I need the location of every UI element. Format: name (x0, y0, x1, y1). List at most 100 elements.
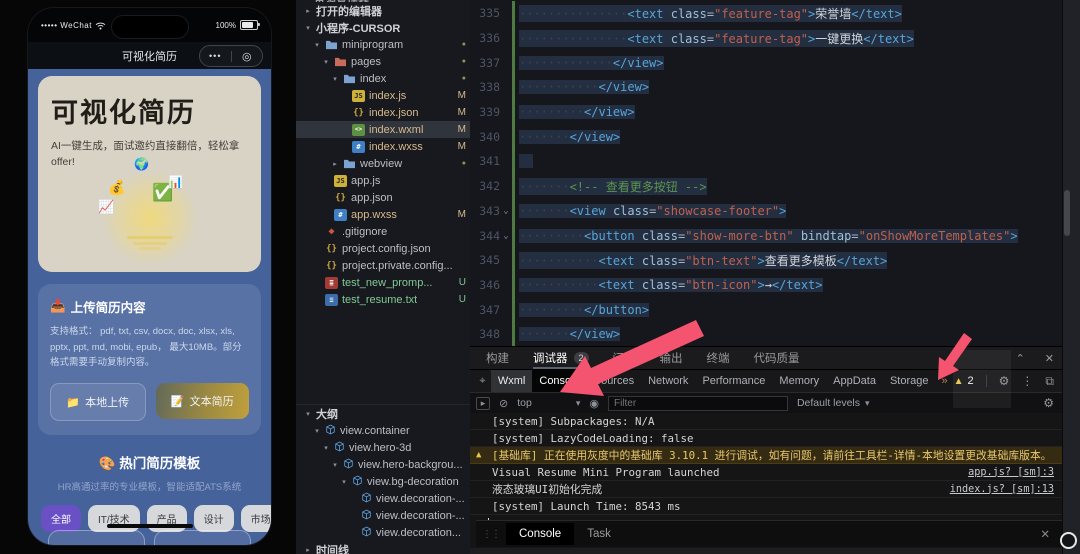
code-editor[interactable]: 335···············<text class="feature-t… (470, 0, 1080, 346)
clear-console-icon[interactable]: ⊘ (499, 397, 508, 410)
upload-title: 上传简历内容 (71, 297, 146, 316)
inspect-element-icon[interactable]: ⌖ (474, 375, 491, 388)
editor-scrollbar[interactable] (1064, 190, 1070, 236)
tree-file-test-resume-txt[interactable]: ≡test_resume.txtU (296, 291, 470, 308)
outline-item-label: view.decoration... (376, 527, 461, 539)
phone-notch (111, 15, 189, 39)
floating-assistant-button[interactable] (1060, 532, 1077, 549)
tree-folder-打开的编辑器[interactable]: ▸打开的编辑器 (296, 2, 470, 19)
code-line-340[interactable]: 340·······</view> (470, 124, 1080, 149)
panel-tab-代码质量[interactable]: 代码质量 (754, 347, 800, 369)
bottom-tab-task[interactable]: Task (574, 523, 624, 545)
panel-tab-问题[interactable]: 问题 (613, 347, 636, 369)
outline-item-view-hero-3d[interactable]: ▾view.hero-3d (296, 439, 470, 456)
log-source-link[interactable]: index.js? [sm]:13 (930, 484, 1054, 495)
code-line-335[interactable]: 335···············<text class="feature-t… (470, 1, 1080, 26)
capsule-menu[interactable]: ••• ◎ (199, 45, 263, 67)
panel-tab-终端[interactable]: 终端 (707, 347, 730, 369)
timeline-header[interactable]: ▸时间线 (296, 541, 470, 554)
tree-file-test-new-promp[interactable]: ≣test_new_promp...U (296, 274, 470, 291)
tree-file-project-config-json[interactable]: {}project.config.json (296, 240, 470, 257)
collapse-panel-icon[interactable]: ⌃ (1016, 352, 1025, 365)
outline-item-view-decoration[interactable]: view.decoration-... (296, 490, 470, 507)
code-line-338[interactable]: 338···········</view> (470, 75, 1080, 100)
template-tag-市场-营销[interactable]: 市场/营销 (241, 505, 271, 532)
eye-icon[interactable]: ◉ (589, 397, 599, 410)
upload-card: 📥 上传简历内容 支持格式： pdf, txt, csv, docx, doc,… (38, 284, 261, 435)
tree-file-index-json[interactable]: {}index.jsonM (296, 104, 470, 121)
code-token: > (1010, 229, 1017, 243)
devtools-tab-wxml[interactable]: Wxml (491, 370, 533, 392)
close-target-icon[interactable]: ◎ (232, 50, 263, 63)
devtools-tab-storage[interactable]: Storage (883, 370, 936, 392)
log-levels-selector[interactable]: Default levels▾ (797, 397, 870, 409)
glow-line (133, 242, 167, 245)
text-resume-button[interactable]: 📝文本简历 (156, 383, 250, 419)
code-line-345[interactable]: 345···········<text class="btn-text">查看更… (470, 248, 1080, 273)
more-tabs-chevron[interactable]: » (936, 375, 954, 387)
code-line-343[interactable]: 343⌄·······<view class="showcase-footer"… (470, 199, 1080, 224)
close-panel-icon[interactable]: ✕ (1045, 352, 1054, 365)
symbol-cube-icon (352, 475, 363, 489)
tree-folder-webview[interactable]: ▸webview● (296, 155, 470, 172)
tree-folder-index[interactable]: ▾index● (296, 70, 470, 87)
outline-item-view-hero-backgrou[interactable]: ▾ view.hero-backgrou... (296, 456, 470, 473)
tree-file-app-js[interactable]: JSapp.js (296, 172, 470, 189)
tree-folder-小程序-cursor[interactable]: ▾小程序-CURSOR (296, 19, 470, 36)
devtools-tab-network[interactable]: Network (641, 370, 695, 392)
log-source-link[interactable]: app.js? [sm]:3 (948, 467, 1054, 478)
tree-folder-pages[interactable]: ▾pages● (296, 53, 470, 70)
symbol-cube-icon (361, 492, 372, 506)
devtools-tab-performance[interactable]: Performance (695, 370, 772, 392)
more-dots-icon[interactable]: ••• (200, 51, 231, 61)
close-console-icon[interactable]: ✕ (1040, 527, 1062, 541)
devtools-tab-sources[interactable]: Sources (587, 370, 641, 392)
panel-tab-输出[interactable]: 输出 (660, 347, 683, 369)
devtools-tab-memory[interactable]: Memory (772, 370, 826, 392)
tree-file-app-wxss[interactable]: #app.wxssM (296, 206, 470, 223)
template-tag-全部[interactable]: 全部 (41, 505, 81, 532)
local-upload-button[interactable]: 📁本地上传 (50, 383, 146, 421)
code-token: = (851, 229, 858, 243)
more-options-icon[interactable]: ⋮ (1021, 374, 1033, 388)
tree-folder-miniprogram[interactable]: ▾miniprogram● (296, 36, 470, 53)
fold-chevron-icon[interactable]: ⌄ (500, 231, 512, 241)
filter-input[interactable] (608, 396, 788, 411)
drag-handle-icon[interactable]: ⋮⋮ (476, 529, 506, 540)
fold-chevron-icon[interactable]: ⌄ (500, 206, 512, 216)
code-line-336[interactable]: 336···············<text class="feature-t… (470, 26, 1080, 51)
tree-file-app-json[interactable]: {}app.json (296, 189, 470, 206)
code-line-344[interactable]: 344⌄·········<button class="show-more-bt… (470, 223, 1080, 248)
console-drawer-icon[interactable]: ▸ (476, 397, 490, 410)
code-line-337[interactable]: 337·············</view> (470, 50, 1080, 75)
template-tag-设计[interactable]: 设计 (194, 505, 234, 532)
code-token (519, 154, 533, 168)
outline-item-view-decoration[interactable]: view.decoration... (296, 524, 470, 541)
warning-icon: ▲ (476, 450, 481, 460)
outline-item-label: view.hero-backgrou... (358, 459, 463, 471)
code-line-342[interactable]: 342·······<!-- 查看更多按钮 --> (470, 174, 1080, 199)
dock-side-icon[interactable]: ⧉ (1045, 374, 1054, 389)
outline-item-view-bg-decoration[interactable]: ▾view.bg-decoration (296, 473, 470, 490)
code-line-348[interactable]: 348·······</view> (470, 322, 1080, 346)
code-line-346[interactable]: 346···········<text class="btn-icon">→</… (470, 273, 1080, 298)
outline-caret-icon: ▾ (331, 461, 339, 469)
tree-file-project-private-config[interactable]: {}project.private.config... (296, 257, 470, 274)
outline-item-view-container[interactable]: ▾view.container (296, 422, 470, 439)
context-selector[interactable]: top▾ (517, 397, 580, 409)
panel-tab-构建[interactable]: 构建 (486, 347, 509, 369)
tree-file-index-wxml[interactable]: <>index.wxmlM (296, 121, 470, 138)
tree-file-gitignore[interactable]: ◆.gitignore (296, 223, 470, 240)
outline-item-view-decoration[interactable]: view.decoration-... (296, 507, 470, 524)
code-line-341[interactable]: 341 (470, 149, 1080, 174)
outline-header[interactable]: ▾大纲 (296, 405, 470, 422)
devtools-tab-console[interactable]: Console (532, 370, 586, 392)
devtools-tab-appdata[interactable]: AppData (826, 370, 883, 392)
tree-file-index-wxss[interactable]: #index.wxssM (296, 138, 470, 155)
code-token (635, 254, 642, 268)
panel-tab-调试器[interactable]: 调试器2 (533, 347, 589, 369)
bottom-tab-console[interactable]: Console (506, 523, 574, 545)
code-line-347[interactable]: 347·········</button> (470, 297, 1080, 322)
tree-file-index-js[interactable]: JSindex.jsM (296, 87, 470, 104)
code-line-339[interactable]: 339·········</view> (470, 100, 1080, 125)
